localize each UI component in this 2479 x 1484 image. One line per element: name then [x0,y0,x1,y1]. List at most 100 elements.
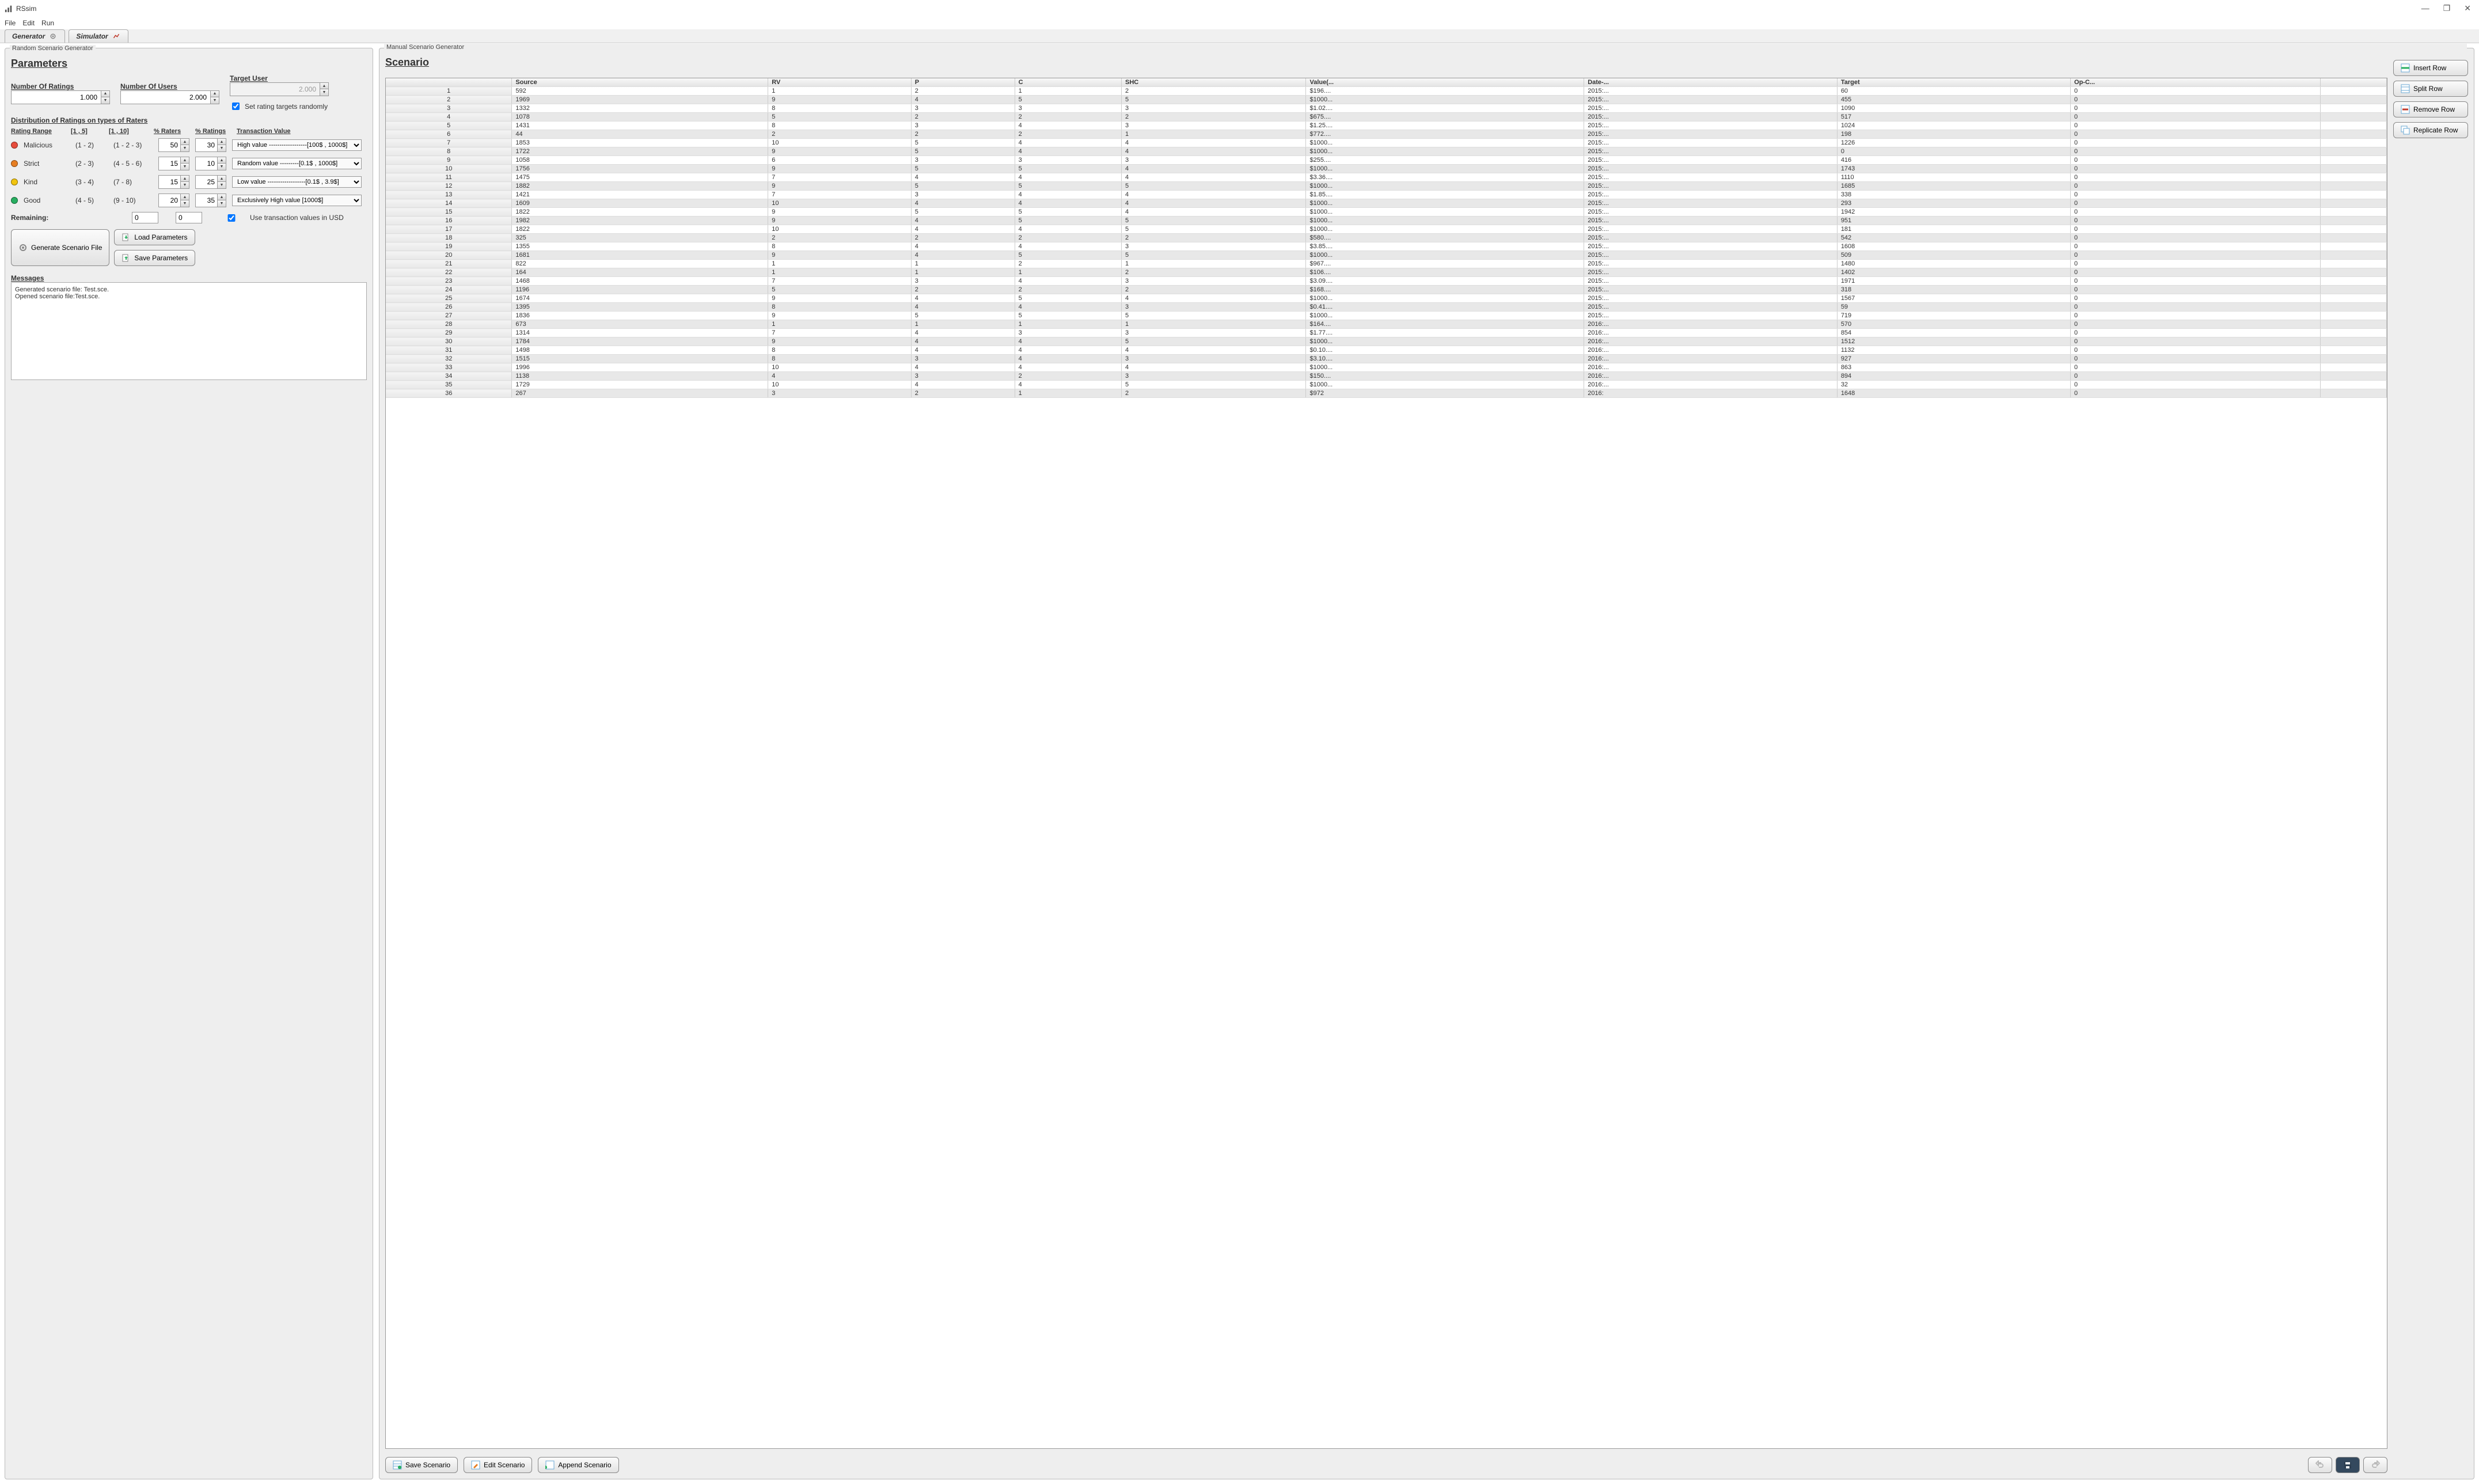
table-row[interactable]: 21 822 1 1 2 1 $967.... 2015:... 1480 0 [386,260,2387,268]
cell-rv[interactable]: 1 [768,260,911,268]
cell-date[interactable]: 2015:... [1584,234,1838,242]
cell-source[interactable]: 1784 [512,337,768,346]
cell-source[interactable]: 1058 [512,156,768,165]
cell-value[interactable]: $1.77.... [1306,329,1584,337]
cell-value[interactable]: $1.02.... [1306,104,1584,113]
num-users-down[interactable]: ▼ [211,97,219,104]
spin-down[interactable]: ▼ [181,182,189,188]
row-number[interactable]: 28 [386,320,512,329]
cell-p[interactable]: 5 [911,165,1015,173]
cell-target[interactable]: 60 [1837,87,2070,96]
cell-source[interactable]: 1729 [512,381,768,389]
cell-target[interactable]: 1743 [1837,165,2070,173]
cell-c[interactable]: 5 [1015,96,1121,104]
remaining-ratings[interactable] [176,212,202,223]
tab-simulator[interactable]: Simulator [69,29,128,43]
cell-date[interactable]: 2015:... [1584,173,1838,182]
cell-target[interactable]: 1648 [1837,389,2070,398]
num-users-up[interactable]: ▲ [211,91,219,97]
cell-source[interactable]: 1756 [512,165,768,173]
cell-value[interactable]: $1000... [1306,363,1584,372]
cell-p[interactable]: 4 [911,242,1015,251]
cell-opc[interactable]: 0 [2071,381,2321,389]
cell-source[interactable]: 325 [512,234,768,242]
table-row[interactable]: 8 1722 9 5 4 4 $1000... 2015:... 0 0 [386,147,2387,156]
cell-source[interactable]: 673 [512,320,768,329]
cell-target[interactable]: 570 [1837,320,2070,329]
cell-p[interactable]: 5 [911,208,1015,217]
cell-source[interactable]: 1609 [512,199,768,208]
cell-c[interactable]: 2 [1015,113,1121,122]
row-number[interactable]: 11 [386,173,512,182]
cell-date[interactable]: 2015:... [1584,139,1838,147]
row-number[interactable]: 29 [386,329,512,337]
spin-up[interactable]: ▲ [218,194,226,200]
cell-c[interactable]: 1 [1015,87,1121,96]
cell-value[interactable]: $168.... [1306,286,1584,294]
cell-rv[interactable]: 9 [768,337,911,346]
cell-p[interactable]: 4 [911,173,1015,182]
cell-shc[interactable]: 5 [1121,312,1305,320]
table-header[interactable]: Value(... [1306,78,1584,87]
cell-c[interactable]: 4 [1015,277,1121,286]
cell-rv[interactable]: 9 [768,312,911,320]
cell-target[interactable]: 927 [1837,355,2070,363]
cell-target[interactable]: 517 [1837,113,2070,122]
cell-date[interactable]: 2015:... [1584,303,1838,312]
row-number[interactable]: 23 [386,277,512,286]
cell-rv[interactable]: 9 [768,208,911,217]
cell-value[interactable]: $1000... [1306,381,1584,389]
cell-rv[interactable]: 10 [768,139,911,147]
table-row[interactable]: 19 1355 8 4 4 3 $3.85.... 2015:... 1608 … [386,242,2387,251]
cell-p[interactable]: 3 [911,191,1015,199]
cell-opc[interactable]: 0 [2071,87,2321,96]
cell-p[interactable]: 4 [911,303,1015,312]
row-number[interactable]: 4 [386,113,512,122]
cell-source[interactable]: 1138 [512,372,768,381]
dist-ratings-input[interactable] [196,139,217,151]
cell-shc[interactable]: 3 [1121,242,1305,251]
cell-c[interactable]: 4 [1015,225,1121,234]
row-number[interactable]: 30 [386,337,512,346]
dist-raters-input[interactable] [159,139,180,151]
cell-p[interactable]: 4 [911,337,1015,346]
cell-value[interactable]: $1000... [1306,294,1584,303]
row-number[interactable]: 18 [386,234,512,242]
cell-rv[interactable]: 8 [768,346,911,355]
row-number[interactable]: 13 [386,191,512,199]
cell-opc[interactable]: 0 [2071,277,2321,286]
cell-value[interactable]: $1000... [1306,147,1584,156]
cell-date[interactable]: 2015:... [1584,251,1838,260]
cell-target[interactable]: 1567 [1837,294,2070,303]
cell-value[interactable]: $1000... [1306,139,1584,147]
cell-opc[interactable]: 0 [2071,208,2321,217]
cell-opc[interactable]: 0 [2071,104,2321,113]
cell-c[interactable]: 4 [1015,147,1121,156]
row-number[interactable]: 31 [386,346,512,355]
cell-opc[interactable]: 0 [2071,147,2321,156]
cell-opc[interactable]: 0 [2071,320,2321,329]
table-row[interactable]: 3 1332 8 3 3 3 $1.02.... 2015:... 1090 0 [386,104,2387,113]
table-row[interactable]: 1 592 1 2 1 2 $196.... 2015:... 60 0 [386,87,2387,96]
cell-p[interactable]: 1 [911,260,1015,268]
cell-rv[interactable]: 10 [768,381,911,389]
cell-value[interactable]: $150.... [1306,372,1584,381]
table-row[interactable]: 4 1078 5 2 2 2 $675.... 2015:... 517 0 [386,113,2387,122]
cell-date[interactable]: 2015:... [1584,96,1838,104]
cell-target[interactable]: 59 [1837,303,2070,312]
cell-shc[interactable]: 3 [1121,277,1305,286]
table-header[interactable] [386,78,512,87]
cell-value[interactable]: $772.... [1306,130,1584,139]
cell-p[interactable]: 2 [911,286,1015,294]
spin-down[interactable]: ▼ [181,164,189,170]
row-number[interactable]: 17 [386,225,512,234]
table-row[interactable]: 10 1756 9 5 5 4 $1000... 2015:... 1743 0 [386,165,2387,173]
cell-shc[interactable]: 3 [1121,355,1305,363]
cell-shc[interactable]: 3 [1121,104,1305,113]
cell-p[interactable]: 3 [911,122,1015,130]
cell-p[interactable]: 3 [911,104,1015,113]
cell-date[interactable]: 2015:... [1584,87,1838,96]
cell-target[interactable]: 1685 [1837,182,2070,191]
cell-target[interactable]: 455 [1837,96,2070,104]
cell-value[interactable]: $3.09.... [1306,277,1584,286]
